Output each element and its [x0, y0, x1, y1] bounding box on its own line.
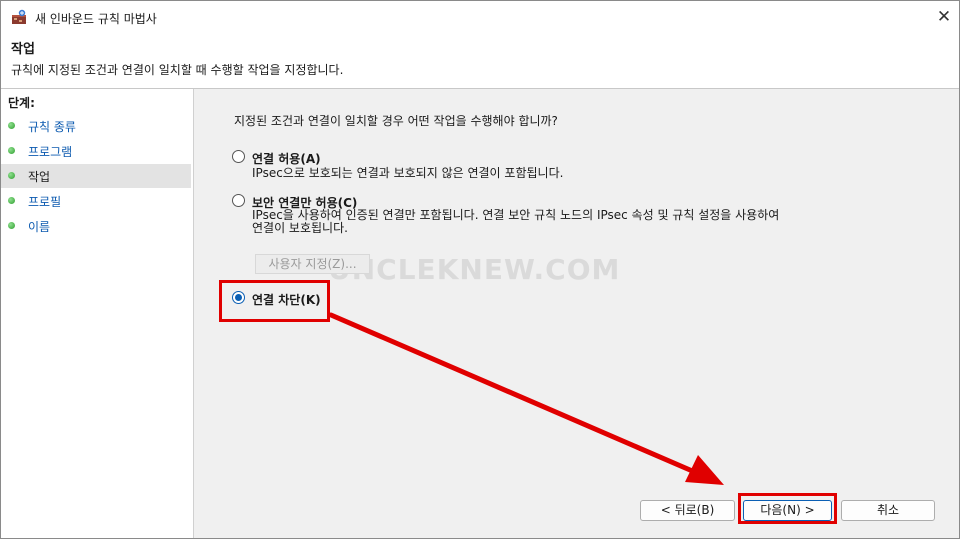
title-bar: 새 인바운드 규칙 마법사 ✕ [1, 1, 959, 33]
watermark-text: UNCLEKNEW.COM [328, 253, 621, 286]
page-description: 규칙에 지정된 조건과 연결이 일치할 때 수행할 작업을 지정합니다. [11, 63, 344, 77]
step-profile[interactable]: 프로필 [1, 189, 191, 213]
step-rule-type[interactable]: 규칙 종류 [1, 114, 191, 138]
cancel-button[interactable]: 취소 [841, 500, 935, 521]
step-name[interactable]: 이름 [1, 214, 191, 238]
allow-secure-description: IPsec을 사용하여 인증된 연결만 포함됩니다. 연결 보안 규칙 노드의 … [252, 208, 780, 235]
back-button[interactable]: < 뒤로(B) [640, 500, 735, 521]
step-action[interactable]: 작업 [1, 164, 191, 188]
step-label: 이름 [28, 220, 51, 234]
block-connection-radio[interactable] [232, 291, 245, 304]
steps-heading: 단계: [8, 96, 35, 110]
next-button[interactable]: 다음(N) > [743, 500, 832, 521]
allow-connection-label[interactable]: 연결 허용(A) [252, 150, 321, 167]
firewall-icon [12, 9, 26, 24]
step-label: 프로필 [28, 195, 62, 209]
allow-connection-description: IPsec으로 보호되는 연결과 보호되지 않은 연결이 포함됩니다. [252, 166, 564, 180]
action-question: 지정된 조건과 연결이 일치할 경우 어떤 작업을 수행해야 합니까? [234, 114, 558, 128]
step-status-icon [8, 122, 15, 129]
window-title: 새 인바운드 규칙 마법사 [35, 12, 157, 26]
step-status-icon [8, 147, 15, 154]
step-status-icon [8, 197, 15, 204]
page-header: 작업 규칙에 지정된 조건과 연결이 일치할 때 수행할 작업을 지정합니다. [1, 33, 959, 89]
customize-button[interactable]: 사용자 지정(Z)... [255, 254, 370, 274]
main-panel: 지정된 조건과 연결이 일치할 경우 어떤 작업을 수행해야 합니까? 연결 허… [198, 89, 959, 538]
step-status-icon [8, 172, 15, 179]
allow-connection-radio[interactable] [232, 150, 245, 163]
page-title: 작업 [11, 42, 35, 57]
close-icon[interactable]: ✕ [931, 5, 957, 29]
step-label: 규칙 종류 [28, 120, 76, 134]
allow-secure-radio[interactable] [232, 194, 245, 207]
step-status-icon [8, 222, 15, 229]
step-program[interactable]: 프로그램 [1, 139, 191, 163]
block-connection-label[interactable]: 연결 차단(K) [252, 291, 321, 308]
step-label: 프로그램 [28, 145, 73, 159]
steps-sidebar: 단계: 규칙 종류 프로그램 작업 프로필 이름 [1, 89, 194, 538]
wizard-window: 새 인바운드 규칙 마법사 ✕ 작업 규칙에 지정된 조건과 연결이 일치할 때… [0, 0, 960, 539]
step-label: 작업 [28, 170, 51, 184]
